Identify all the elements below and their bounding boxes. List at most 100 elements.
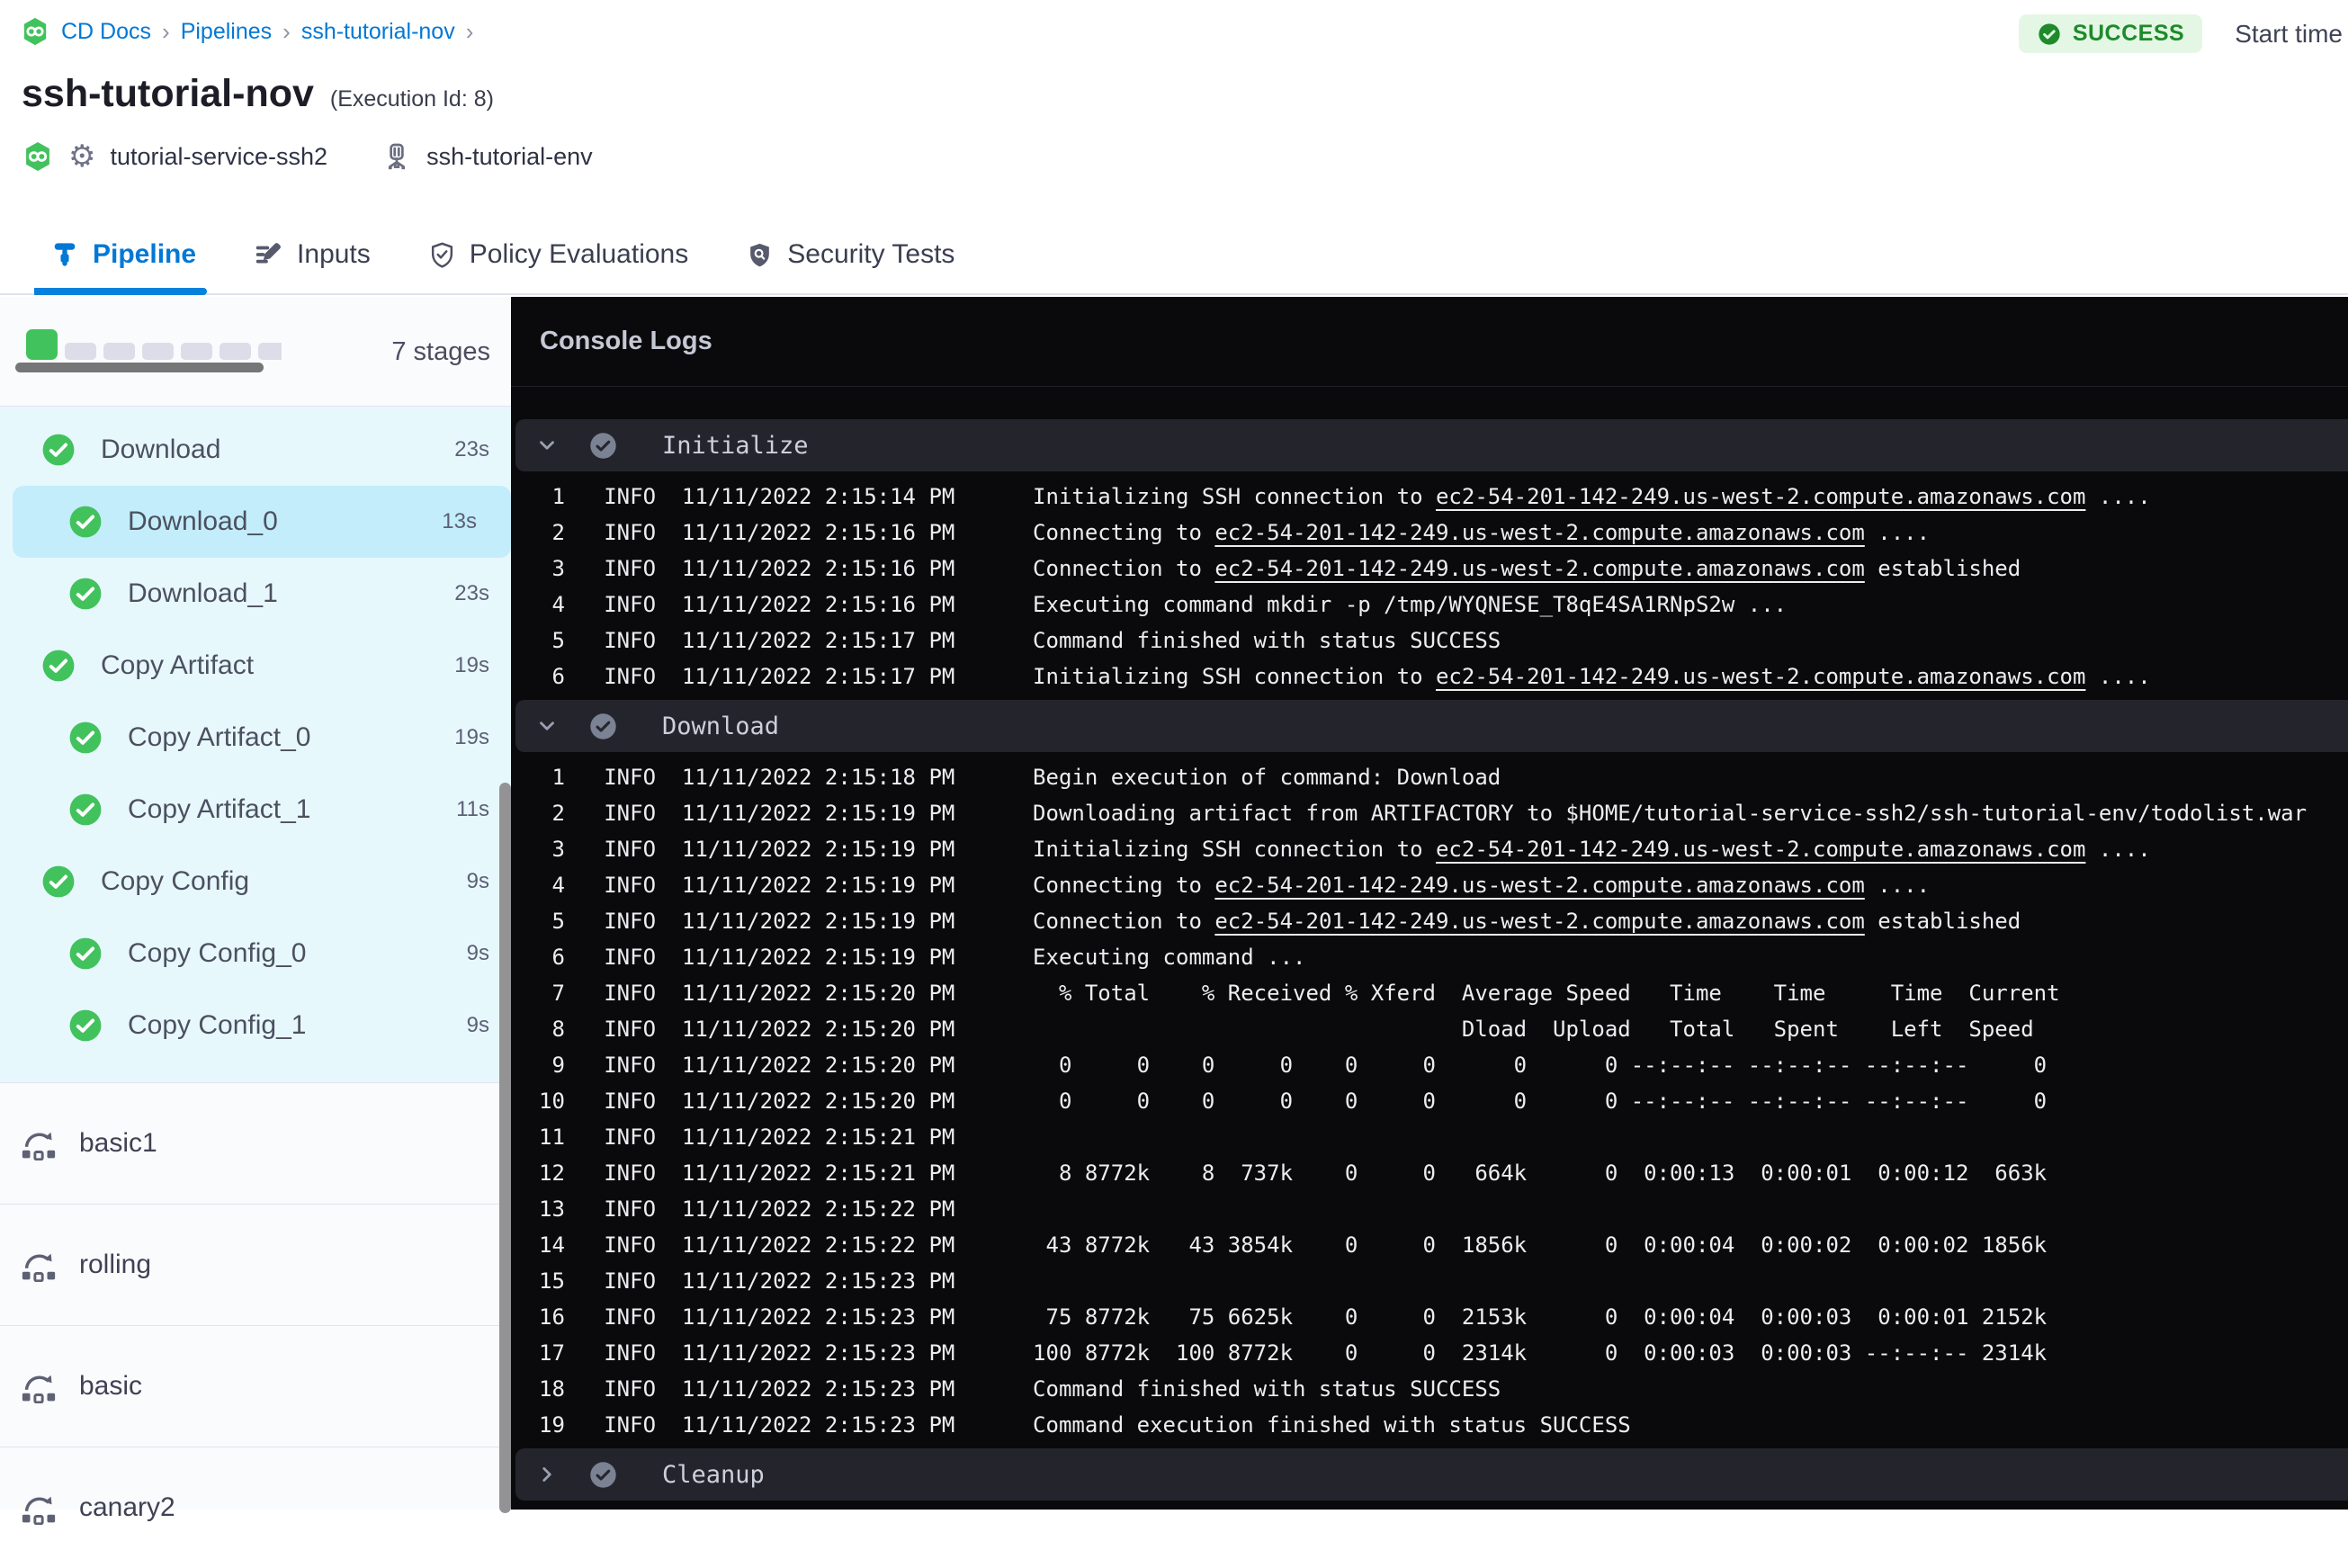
log-level: INFO: [604, 664, 657, 689]
log-line-number: 7: [551, 981, 565, 1006]
tab-pipeline[interactable]: Pipeline: [33, 216, 208, 295]
log-timestamp: 11/11/2022 2:15:20 PM: [681, 981, 955, 1006]
rollback-stages-icon: [20, 1248, 58, 1282]
stage-duration: 23s: [454, 581, 489, 605]
log-line-number: 17: [539, 1340, 565, 1366]
minimap-stage-square[interactable]: [26, 329, 58, 360]
chevron-down-icon[interactable]: [535, 434, 559, 457]
stage-duration: 19s: [454, 725, 489, 749]
log-message: Command finished with status SUCCESS: [1033, 1376, 1501, 1402]
chevron-down-icon[interactable]: [535, 714, 559, 738]
tab-label: Pipeline: [93, 239, 197, 269]
log-line-number: 5: [551, 909, 565, 934]
log-level: INFO: [604, 1340, 657, 1366]
stage-label: Copy Config: [101, 866, 250, 896]
stage-duration: 9s: [466, 941, 489, 965]
environment-name[interactable]: ssh-tutorial-env: [426, 143, 593, 171]
stage-item-copy-artifact[interactable]: Copy Artifact 19s: [0, 630, 511, 702]
pipeline-item-canary2[interactable]: canary2: [0, 1447, 511, 1568]
chevron-right-icon[interactable]: [535, 1463, 559, 1486]
minimap-scrollbar[interactable]: [15, 363, 264, 372]
stage-item-copy-config_0[interactable]: Copy Config_0 9s: [0, 918, 511, 990]
log-timestamp: 11/11/2022 2:15:19 PM: [681, 909, 955, 934]
log-level: INFO: [604, 1089, 657, 1114]
log-line-number: 3: [551, 556, 565, 581]
stage-item-copy-artifact_1[interactable]: Copy Artifact_1 11s: [0, 774, 511, 846]
log-timestamp: 11/11/2022 2:15:23 PM: [681, 1376, 955, 1402]
log-line: 3 INFO 11/11/2022 2:15:16 PM Connection to …: [511, 551, 2348, 587]
log-level: INFO: [604, 1376, 657, 1402]
start-time-label[interactable]: Start time: [2235, 20, 2343, 49]
log-section-download: Download 1 INFO 11/11/2022 2:15:18 PM Begin …: [511, 700, 2348, 1443]
stage-item-copy-artifact_0[interactable]: Copy Artifact_0 19s: [0, 702, 511, 774]
breadcrumb-link[interactable]: ssh-tutorial-nov: [301, 19, 455, 45]
host-link[interactable]: ec2-54-201-142-249.us-west-2.compute.ama…: [1436, 837, 2085, 862]
log-level: INFO: [604, 801, 657, 826]
stage-duration: 9s: [466, 1013, 489, 1037]
pipeline-item-rolling[interactable]: rolling: [0, 1204, 511, 1325]
minimap-stage-square[interactable]: [65, 343, 96, 360]
log-level: INFO: [604, 945, 657, 970]
log-line-number: 8: [551, 1017, 565, 1042]
log-section-header-cleanup[interactable]: Cleanup: [515, 1448, 2348, 1501]
log-line: 13 INFO 11/11/2022 2:15:22 PM: [511, 1191, 2348, 1227]
host-link[interactable]: ec2-54-201-142-249.us-west-2.compute.ama…: [1436, 664, 2085, 689]
tab-label: Security Tests: [787, 239, 955, 269]
host-link[interactable]: ec2-54-201-142-249.us-west-2.compute.ama…: [1214, 873, 1864, 898]
harness-logo-icon: [20, 16, 50, 47]
log-message: 75 8772k 75 6625k 0 0 2153k 0 0:00:04 0:…: [1033, 1304, 2048, 1330]
tab-inputs[interactable]: Inputs: [254, 216, 371, 293]
stage-item-download_0[interactable]: Download_0 13s: [13, 486, 511, 558]
breadcrumb-separator-icon: ›: [162, 17, 170, 45]
log-message: Initializing SSH connection to ec2-54-20…: [1033, 664, 2151, 689]
log-message: Begin execution of command: Download: [1033, 765, 1501, 790]
stage-label: Copy Artifact: [101, 650, 255, 680]
log-level: INFO: [604, 1017, 657, 1042]
log-section-header-download[interactable]: Download: [515, 700, 2348, 752]
stage-minimap-squares[interactable]: [26, 329, 282, 360]
log-line-number: 15: [539, 1268, 565, 1294]
tab-label: Policy Evaluations: [469, 239, 689, 269]
tab-security-tests[interactable]: Security Tests: [746, 216, 954, 293]
log-line: 6 INFO 11/11/2022 2:15:19 PM Executing comm…: [511, 939, 2348, 975]
minimap-stage-square[interactable]: [258, 343, 282, 360]
log-message: Command finished with status SUCCESS: [1033, 628, 1501, 653]
stage-item-copy-config_1[interactable]: Copy Config_1 9s: [0, 990, 511, 1062]
pipeline-item-basic[interactable]: basic: [0, 1325, 511, 1447]
minimap-stage-square[interactable]: [220, 343, 251, 360]
minimap-stage-square[interactable]: [142, 343, 174, 360]
log-timestamp: 11/11/2022 2:15:21 PM: [681, 1124, 955, 1150]
minimap-stage-square[interactable]: [181, 343, 212, 360]
log-line-number: 5: [551, 628, 565, 653]
log-level: INFO: [604, 1124, 657, 1150]
success-check-icon: [68, 721, 103, 755]
log-line: 14 INFO 11/11/2022 2:15:22 PM 43 8772k 43 …: [511, 1227, 2348, 1263]
host-link[interactable]: ec2-54-201-142-249.us-west-2.compute.ama…: [1214, 556, 1864, 581]
host-link[interactable]: ec2-54-201-142-249.us-west-2.compute.ama…: [1436, 484, 2085, 509]
minimap-stage-square[interactable]: [103, 343, 135, 360]
stage-item-download[interactable]: Download 23s: [0, 414, 511, 486]
log-timestamp: 11/11/2022 2:15:20 PM: [681, 1053, 955, 1078]
tab-policy-evaluations[interactable]: Policy Evaluations: [428, 216, 688, 293]
host-link[interactable]: ec2-54-201-142-249.us-west-2.compute.ama…: [1214, 909, 1864, 934]
log-line: 2 INFO 11/11/2022 2:15:19 PM Downloading ar…: [511, 795, 2348, 831]
log-line: 17 INFO 11/11/2022 2:15:23 PM 100 8772k 100…: [511, 1335, 2348, 1371]
pipeline-item-basic1[interactable]: basic1: [0, 1082, 511, 1204]
stage-item-download_1[interactable]: Download_1 23s: [0, 558, 511, 630]
sidebar-scrollbar[interactable]: [499, 783, 511, 1513]
host-link[interactable]: ec2-54-201-142-249.us-west-2.compute.ama…: [1214, 520, 1864, 545]
environment-icon: [381, 141, 412, 172]
service-name[interactable]: tutorial-service-ssh2: [110, 143, 327, 171]
tab-label: Inputs: [297, 239, 371, 269]
stage-item-copy-config[interactable]: Copy Config 9s: [0, 846, 511, 918]
console-logs-panel: Console Logs Initialize 1 INFO 11/11/2022 2…: [511, 297, 2348, 1510]
breadcrumb-link[interactable]: Pipelines: [181, 19, 272, 45]
log-level: INFO: [604, 1160, 657, 1186]
breadcrumb-link[interactable]: CD Docs: [61, 19, 151, 45]
log-line-number: 11: [539, 1124, 565, 1150]
log-line-number: 3: [551, 837, 565, 862]
log-section-header-initialize[interactable]: Initialize: [515, 419, 2348, 471]
pipeline-label: rolling: [79, 1250, 152, 1279]
success-check-icon: [41, 433, 76, 467]
pipeline-label: basic: [79, 1371, 143, 1401]
